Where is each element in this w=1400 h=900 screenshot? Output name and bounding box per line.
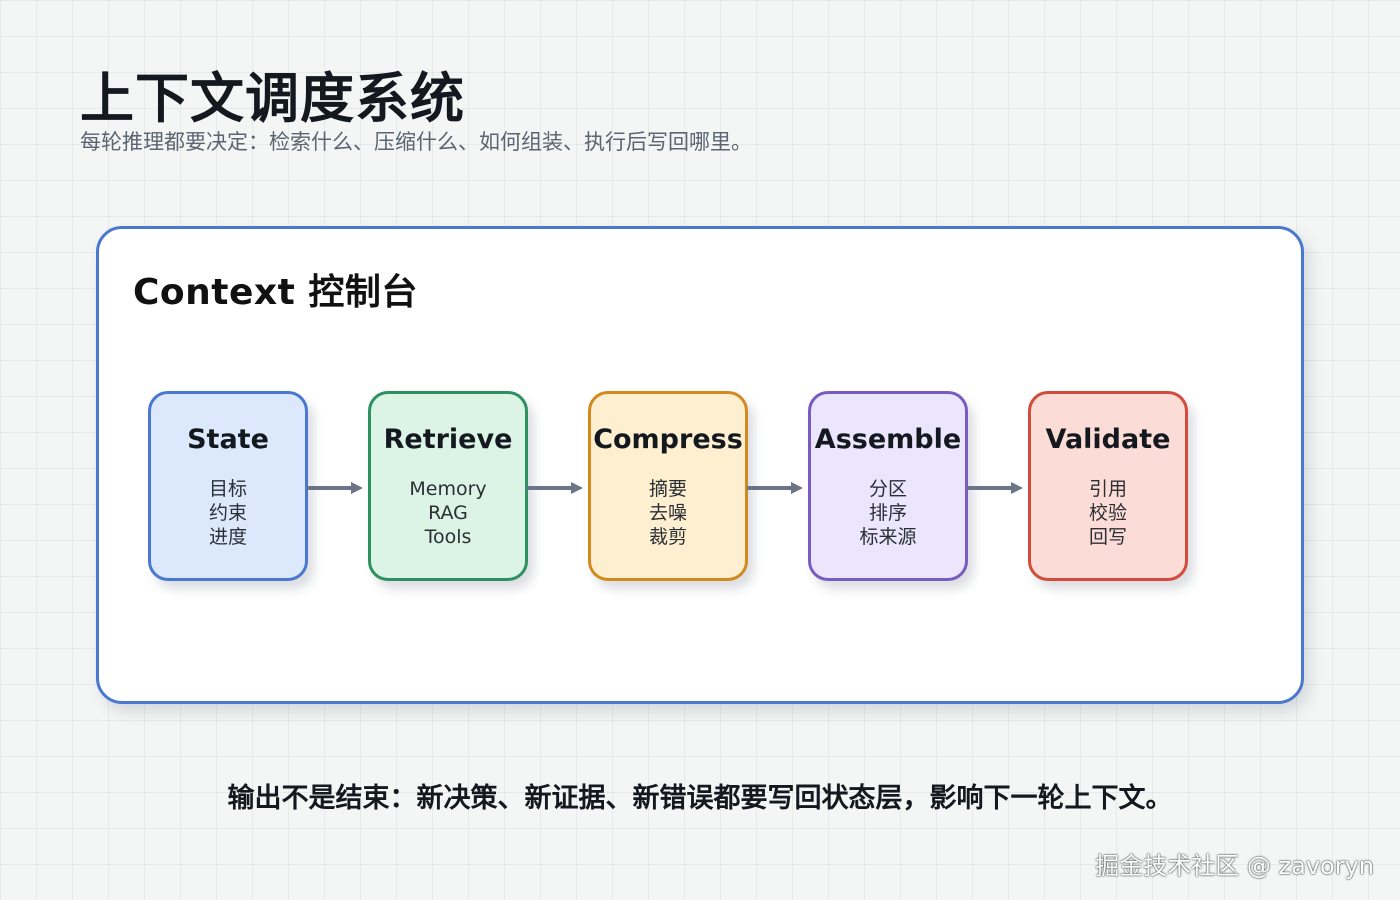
flow-arrow [967, 482, 1023, 494]
stage-name: Compress [593, 424, 743, 455]
stage-item: 标来源 [859, 526, 917, 548]
footer-note: 输出不是结束：新决策、新证据、新错误都要写回状态层，影响下一轮上下文。 [227, 783, 1173, 814]
stage-name: State [187, 424, 269, 455]
flow-arrow [747, 482, 803, 494]
stage-retrieve: Retrieve Memory RAG Tools [368, 391, 528, 581]
arrow-head [571, 482, 583, 494]
stage-compress: Compress 摘要 去噪 裁剪 [588, 391, 748, 581]
arrow-head [791, 482, 803, 494]
stage-item: 校验 [1088, 502, 1127, 524]
stage-item: 裁剪 [648, 526, 687, 548]
stage-item: Tools [424, 526, 472, 548]
stage-item: 去噪 [648, 502, 687, 524]
stage-item: 进度 [208, 526, 247, 548]
stage-item: RAG [428, 502, 468, 524]
stage-item: 回写 [1088, 526, 1127, 548]
stage-name: Assemble [814, 424, 962, 455]
stage-item: 目标 [208, 478, 247, 500]
stage-item: 引用 [1088, 478, 1127, 500]
flow-arrow [527, 482, 583, 494]
stage-name: Validate [1045, 424, 1171, 455]
flow-arrow [307, 482, 363, 494]
context-console-panel: Context 控制台 State 目标 约束 进度 Retrieve Memo… [96, 226, 1304, 704]
panel-title: Context 控制台 [133, 272, 418, 313]
stage-item: 分区 [868, 478, 907, 500]
stage-assemble: Assemble 分区 排序 标来源 [808, 391, 968, 581]
arrow-head [1011, 482, 1023, 494]
stage-state: State 目标 约束 进度 [148, 391, 308, 581]
stage-item: Memory [409, 478, 487, 500]
page-title: 上下文调度系统 [80, 67, 465, 130]
watermark: 掘金技术社区 @ zavoryn [1095, 852, 1374, 880]
stage-validate: Validate 引用 校验 回写 [1028, 391, 1188, 581]
stage-item: 排序 [868, 502, 907, 524]
page-subtitle: 每轮推理都要决定：检索什么、压缩什么、如何组装、执行后写回哪里。 [80, 130, 752, 154]
stage-name: Retrieve [383, 424, 513, 455]
stage-item: 摘要 [648, 478, 687, 500]
stage-item: 约束 [208, 502, 247, 524]
arrow-head [351, 482, 363, 494]
